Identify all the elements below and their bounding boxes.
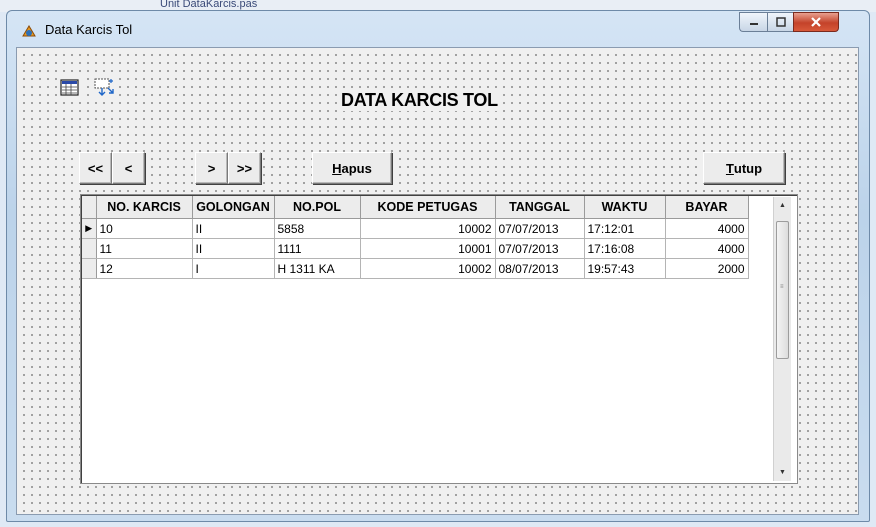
close-icon xyxy=(811,17,821,27)
scroll-up-arrow-icon[interactable]: ▲ xyxy=(774,197,791,214)
scroll-down-arrow-icon[interactable]: ▼ xyxy=(774,464,791,481)
data-grid[interactable]: NO. KARCIS GOLONGAN NO.POL KODE PETUGAS … xyxy=(80,194,798,484)
column-header[interactable]: KODE PETUGAS xyxy=(360,196,496,219)
hapus-label: apus xyxy=(341,160,372,176)
table-row[interactable]: 11 II 1111 10001 07/07/2013 17:16:08 400… xyxy=(82,238,749,259)
tutup-mnemonic: T xyxy=(725,160,734,176)
indicator-header xyxy=(82,196,97,219)
table-cell[interactable]: 07/07/2013 xyxy=(495,238,585,259)
table-row[interactable]: 12 I H 1311 KA 10002 08/07/2013 19:57:43… xyxy=(82,258,749,279)
table-cell[interactable]: 10002 xyxy=(360,258,496,279)
column-header[interactable]: BAYAR xyxy=(665,196,749,219)
hapus-button[interactable]: Hapus xyxy=(312,152,392,184)
table-component-icon[interactable] xyxy=(58,76,82,100)
row-indicator xyxy=(82,258,97,279)
form-client-area: DATA KARCIS TOL << < > >> Hapus Tutup NO… xyxy=(16,47,859,515)
table-cell[interactable]: 11 xyxy=(96,238,193,259)
nav-first-button[interactable]: << xyxy=(79,152,112,184)
close-button[interactable] xyxy=(793,12,839,32)
table-cell[interactable]: 07/07/2013 xyxy=(495,218,585,239)
maximize-button[interactable] xyxy=(767,12,793,32)
table-cell[interactable]: 17:16:08 xyxy=(584,238,666,259)
table-row[interactable]: ▶ 10 II 5858 10002 07/07/2013 17:12:01 4… xyxy=(82,218,749,239)
column-header[interactable]: NO.POL xyxy=(274,196,361,219)
table-cell[interactable]: 1111 xyxy=(274,238,361,259)
table-cell[interactable]: H 1311 KA xyxy=(274,258,361,279)
grid-table: NO. KARCIS GOLONGAN NO.POL KODE PETUGAS … xyxy=(82,196,749,279)
column-header[interactable]: GOLONGAN xyxy=(192,196,275,219)
minimize-icon xyxy=(749,23,758,25)
tutup-label: utup xyxy=(733,160,763,176)
table-cell[interactable]: 2000 xyxy=(665,258,749,279)
nav-last-button[interactable]: >> xyxy=(228,152,261,184)
form-window: Data Karcis Tol DATA KARCIS TOL << < > >… xyxy=(6,10,870,522)
table-cell[interactable]: 10002 xyxy=(360,218,496,239)
title-bar[interactable]: Data Karcis Tol xyxy=(7,11,869,47)
hapus-mnemonic: H xyxy=(332,160,342,176)
nav-next-button[interactable]: > xyxy=(195,152,228,184)
data-source-icon[interactable] xyxy=(92,76,116,100)
nav-prior-button[interactable]: < xyxy=(112,152,145,184)
table-cell[interactable]: 4000 xyxy=(665,238,749,259)
background-unit-text: Unit DataKarcis.pas xyxy=(160,0,258,10)
column-header[interactable]: NO. KARCIS xyxy=(96,196,193,219)
tutup-button[interactable]: Tutup xyxy=(703,152,785,184)
vertical-scrollbar[interactable]: ▲ ≡ ▼ xyxy=(773,197,791,481)
table-cell[interactable]: 5858 xyxy=(274,218,361,239)
table-cell[interactable]: 10 xyxy=(96,218,193,239)
table-cell[interactable]: 19:57:43 xyxy=(584,258,666,279)
table-cell[interactable]: II xyxy=(192,238,275,259)
table-cell[interactable]: 4000 xyxy=(665,218,749,239)
column-header[interactable]: TANGGAL xyxy=(495,196,585,219)
table-cell[interactable]: II xyxy=(192,218,275,239)
table-cell[interactable]: I xyxy=(192,258,275,279)
maximize-icon xyxy=(775,17,786,27)
current-row-indicator-icon: ▶ xyxy=(82,218,97,239)
scroll-thumb[interactable]: ≡ xyxy=(776,221,789,359)
table-cell[interactable]: 10001 xyxy=(360,238,496,259)
row-indicator xyxy=(82,238,97,259)
column-header[interactable]: WAKTU xyxy=(584,196,666,219)
form-title: DATA KARCIS TOL xyxy=(339,90,500,111)
table-cell[interactable]: 17:12:01 xyxy=(584,218,666,239)
minimize-button[interactable] xyxy=(739,12,767,32)
window-title: Data Karcis Tol xyxy=(45,22,133,37)
table-cell[interactable]: 08/07/2013 xyxy=(495,258,585,279)
table-cell[interactable]: 12 xyxy=(96,258,193,279)
grid-header-row: NO. KARCIS GOLONGAN NO.POL KODE PETUGAS … xyxy=(82,196,749,219)
delphi-helmet-icon xyxy=(22,25,36,37)
